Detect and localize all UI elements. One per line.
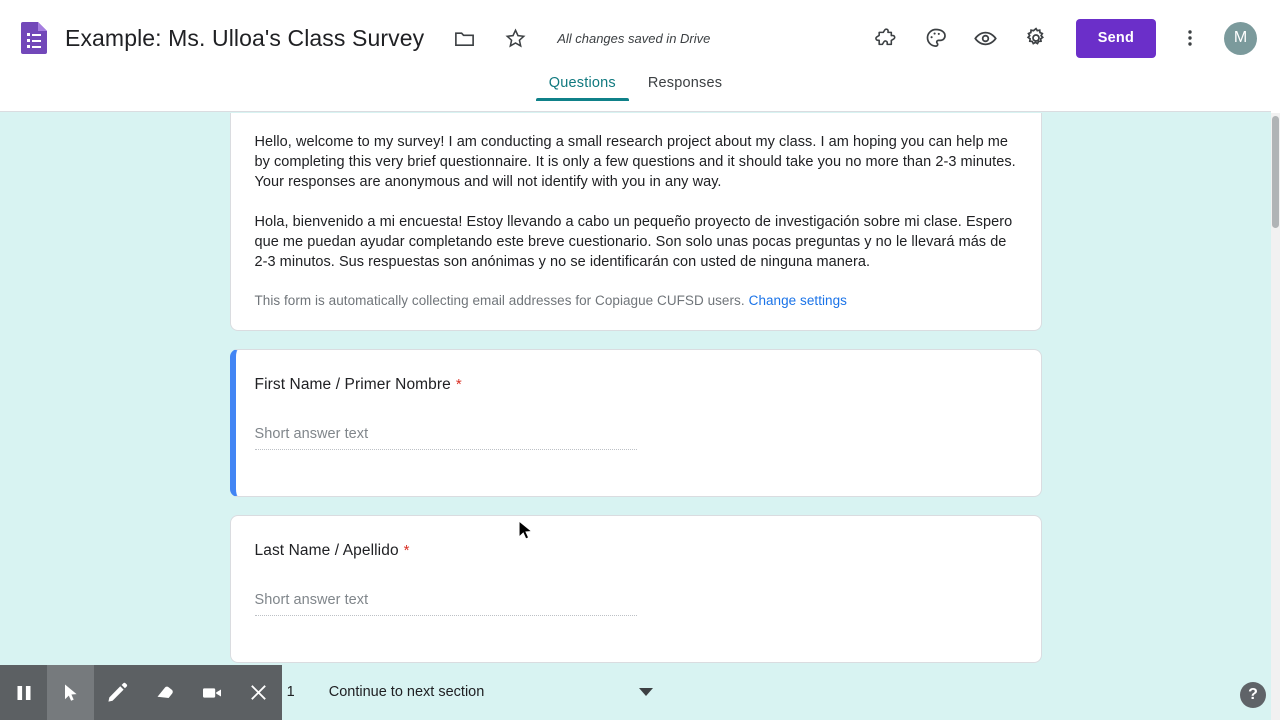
folder-icon[interactable] <box>444 18 484 58</box>
change-settings-link[interactable]: Change settings <box>749 293 847 308</box>
send-button[interactable]: Send <box>1076 19 1156 58</box>
vertical-scrollbar-track[interactable] <box>1271 113 1280 720</box>
short-answer-placeholder: Short answer text <box>255 592 637 616</box>
google-forms-editor: Example: Ms. Ulloa's Class Survey All ch… <box>0 0 1280 720</box>
more-vertical-icon[interactable] <box>1170 18 1210 58</box>
chevron-down-icon[interactable] <box>639 688 653 696</box>
email-collection-note: This form is automatically collecting em… <box>255 293 1017 308</box>
question-card-last-name[interactable]: Last Name / Apellido * Short answer text <box>230 515 1042 663</box>
question-title[interactable]: Last Name / Apellido * <box>255 542 1017 560</box>
palette-icon[interactable] <box>916 18 956 58</box>
tab-questions[interactable]: Questions <box>533 76 632 100</box>
question-title-text: First Name / Primer Nombre <box>255 376 451 393</box>
screen-recorder-toolbar <box>0 665 282 720</box>
question-title-text: Last Name / Apellido <box>255 542 399 559</box>
pencil-icon[interactable] <box>94 665 141 720</box>
form-scroll-area[interactable]: Hello, welcome to my survey! I am conduc… <box>0 113 1271 720</box>
app-header: Example: Ms. Ulloa's Class Survey All ch… <box>0 0 1271 76</box>
vertical-scrollbar-thumb[interactable] <box>1272 116 1279 228</box>
next-section-select[interactable]: Continue to next section <box>329 684 485 700</box>
eraser-icon[interactable] <box>141 665 188 720</box>
form-description-card[interactable]: Hello, welcome to my survey! I am conduc… <box>230 113 1042 331</box>
pause-icon[interactable] <box>0 665 47 720</box>
help-button[interactable]: ? <box>1240 682 1266 708</box>
question-title[interactable]: First Name / Primer Nombre * <box>255 376 1017 394</box>
required-marker: * <box>456 376 462 393</box>
header-actions: Send M <box>856 18 1257 58</box>
required-marker: * <box>404 542 410 559</box>
form-description-spanish[interactable]: Hola, bienvenido a mi encuesta! Estoy ll… <box>255 212 1017 272</box>
cursor-arrow-icon[interactable] <box>47 665 94 720</box>
short-answer-placeholder: Short answer text <box>255 426 637 450</box>
gear-icon[interactable] <box>1016 18 1056 58</box>
save-status: All changes saved in Drive <box>557 31 710 46</box>
star-icon[interactable] <box>495 18 535 58</box>
page-title[interactable]: Example: Ms. Ulloa's Class Survey <box>65 25 424 52</box>
video-camera-icon[interactable] <box>188 665 235 720</box>
question-card-first-name[interactable]: First Name / Primer Nombre * Short answer… <box>230 349 1042 497</box>
avatar[interactable]: M <box>1224 22 1257 55</box>
header-right-strip <box>1271 0 1280 113</box>
tab-responses[interactable]: Responses <box>632 76 738 100</box>
close-icon[interactable] <box>235 665 282 720</box>
tab-bar: Questions Responses <box>0 76 1271 112</box>
form-description-english[interactable]: Hello, welcome to my survey! I am conduc… <box>255 132 1017 192</box>
email-note-text: This form is automatically collecting em… <box>255 293 745 308</box>
eye-icon[interactable] <box>966 18 1006 58</box>
puzzle-piece-icon[interactable] <box>866 18 906 58</box>
google-forms-icon[interactable] <box>21 22 47 54</box>
